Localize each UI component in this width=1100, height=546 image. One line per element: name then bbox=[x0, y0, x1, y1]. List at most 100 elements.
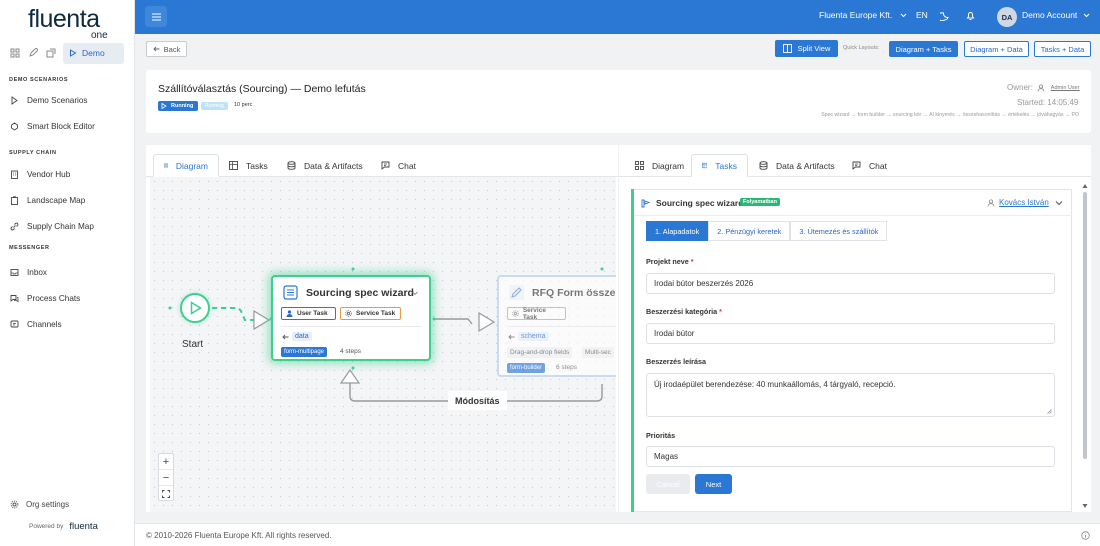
tab-chat[interactable]: Chat bbox=[371, 154, 426, 177]
task-status-badge: Folyamatban bbox=[740, 198, 780, 206]
task-list-icon bbox=[283, 285, 298, 300]
node-title: Sourcing spec wizard bbox=[306, 287, 414, 299]
page-title: Szállítóválasztás (Sourcing) — Demo lefu… bbox=[158, 83, 366, 95]
resize-handle-icon[interactable] bbox=[1047, 409, 1052, 414]
split-view-button[interactable]: Split View bbox=[775, 40, 838, 57]
node-title: RFQ Form összerakó bbox=[532, 287, 616, 299]
pencil-mode-icon[interactable] bbox=[24, 44, 42, 62]
task-assignee-link[interactable]: Kovács István bbox=[987, 198, 1049, 207]
sidebar: fluenta one Demo DEMO SCENARIOS Demo Sce… bbox=[0, 0, 135, 546]
sidebar-item-smart-block-editor[interactable]: Smart Block Editor bbox=[0, 113, 134, 139]
project-name-label: Projekt neve * bbox=[646, 257, 694, 266]
sidebar-item-label: Smart Block Editor bbox=[27, 121, 95, 131]
section-supply-chain: SUPPLY CHAIN bbox=[9, 150, 57, 156]
play-icon bbox=[11, 95, 18, 105]
diagram-canvas[interactable]: Start Sourcing spec wizard User Task Ser… bbox=[150, 177, 616, 512]
sidebar-item-label: Demo Scenarios bbox=[27, 95, 88, 105]
demo-mode-button[interactable]: Demo bbox=[63, 42, 124, 64]
step-tab-financial[interactable]: 2. Pénzügyi keretek bbox=[708, 221, 791, 241]
chat-icon bbox=[852, 161, 861, 170]
node-data-label: data bbox=[292, 332, 312, 341]
task-title: Sourcing spec wizard bbox=[656, 198, 744, 208]
category-label: Beszerzési kategória * bbox=[646, 307, 722, 316]
sidebar-item-label: Inbox bbox=[27, 267, 48, 277]
description-text: Új irodaépület berendezése: 40 munkaállo… bbox=[654, 380, 896, 389]
layout-diagram-tasks-button[interactable]: Diagram + Tasks bbox=[889, 41, 958, 57]
loop-edge-label: Módosítás bbox=[448, 391, 507, 410]
back-label: Back bbox=[163, 44, 181, 54]
sidebar-item-supply-chain-map[interactable]: Supply Chain Map bbox=[0, 213, 134, 239]
channel-icon bbox=[10, 320, 19, 327]
wizard-steps: 1. Alapadatok 2. Pénzügyi keretek 3. Üte… bbox=[646, 221, 888, 241]
sidebar-item-label: Landscape Map bbox=[27, 195, 86, 205]
footer: © 2010-2026 Fluenta Europe Kft. All righ… bbox=[135, 523, 1100, 546]
share-mode-icon[interactable] bbox=[42, 44, 60, 62]
cancel-button[interactable]: Cancel bbox=[646, 474, 690, 494]
account-menu[interactable]: Demo Account bbox=[1022, 10, 1090, 20]
zoom-out-button[interactable]: − bbox=[159, 470, 173, 486]
task-card-frame: Sourcing spec wizard Folyamatban Kovács … bbox=[634, 189, 1072, 512]
tab-data-artifacts[interactable]: Data & Artifacts bbox=[277, 154, 373, 177]
next-button[interactable]: Next bbox=[695, 474, 732, 494]
node-data-label: schema bbox=[518, 332, 549, 341]
theme-toggle-icon[interactable] bbox=[940, 10, 951, 21]
layout-tasks-data-button[interactable]: Tasks + Data bbox=[1034, 41, 1091, 57]
org-settings-label: Org settings bbox=[26, 499, 70, 509]
priority-label: Prioritás bbox=[646, 431, 676, 440]
fit-view-button[interactable] bbox=[159, 486, 173, 502]
owner-link[interactable]: Admin User bbox=[1051, 85, 1080, 91]
node-field: Drag-and-drop fields bbox=[507, 347, 573, 358]
tab-diagram[interactable]: Diagram bbox=[625, 154, 694, 177]
step-tab-basics[interactable]: 1. Alapadatok bbox=[646, 221, 709, 241]
info-icon[interactable] bbox=[1081, 531, 1090, 540]
chevron-down-icon[interactable] bbox=[1055, 200, 1063, 206]
description-textarea[interactable]: Új irodaépület berendezése: 40 munkaállo… bbox=[646, 373, 1055, 417]
org-settings-link[interactable]: Org settings bbox=[0, 496, 134, 512]
tab-diagram[interactable]: Diagram bbox=[153, 154, 219, 177]
grid-mode-icon[interactable] bbox=[6, 44, 24, 62]
logo-text: fluenta bbox=[28, 4, 100, 33]
powered-by-logo: fluenta bbox=[69, 521, 98, 532]
service-task-chip: Service Task bbox=[507, 306, 566, 321]
step-tab-schedule[interactable]: 3. Ütemezés és szállítók bbox=[790, 221, 888, 241]
project-name-input[interactable]: Irodai bútor beszerzés 2026 bbox=[646, 273, 1055, 294]
zoom-in-button[interactable]: + bbox=[159, 454, 173, 470]
sidebar-item-landscape-map[interactable]: Landscape Map bbox=[0, 187, 134, 213]
node-divider bbox=[281, 326, 421, 327]
menu-toggle-button[interactable] bbox=[145, 6, 167, 27]
category-input[interactable]: Irodai bútor bbox=[646, 323, 1055, 344]
arrow-left-icon bbox=[282, 334, 289, 340]
company-selector[interactable]: Fluenta Europe Kft. bbox=[819, 10, 907, 20]
tab-chat[interactable]: Chat bbox=[842, 154, 897, 177]
sidebar-item-vendor-hub[interactable]: Vendor Hub bbox=[0, 161, 134, 187]
sidebar-item-channels[interactable]: Channels bbox=[0, 311, 134, 337]
notification-bell-icon[interactable] bbox=[965, 10, 976, 21]
avatar[interactable]: DA bbox=[997, 7, 1017, 27]
tab-tasks[interactable]: Tasks bbox=[691, 154, 748, 177]
sidebar-item-process-chats[interactable]: Process Chats bbox=[0, 285, 134, 311]
chip-label: Service Task bbox=[522, 306, 546, 321]
sidebar-item-label: Vendor Hub bbox=[27, 169, 71, 179]
sidebar-item-demo-scenarios[interactable]: Demo Scenarios bbox=[0, 87, 134, 113]
sidebar-item-inbox[interactable]: Inbox bbox=[0, 259, 134, 285]
building-icon bbox=[11, 170, 18, 179]
tab-label: Diagram bbox=[175, 160, 208, 171]
tasks-panel: Diagram Tasks Data & Artifacts Chat Sour… bbox=[619, 145, 1091, 512]
demo-mode-label: Demo bbox=[82, 48, 105, 58]
brand-logo[interactable]: fluenta one bbox=[0, 0, 134, 41]
back-button[interactable]: Back bbox=[146, 41, 187, 57]
copyright-text: © 2010-2026 Fluenta Europe Kft. All righ… bbox=[146, 531, 332, 540]
chevron-down-icon bbox=[900, 13, 907, 17]
node-field: Multi-sec bbox=[582, 347, 615, 358]
layout-diagram-data-button[interactable]: Diagram + Data bbox=[964, 41, 1029, 57]
node-rfq-form[interactable]: RFQ Form összerakó Service Task schema D… bbox=[497, 275, 616, 377]
required-marker: * bbox=[719, 307, 722, 316]
node-sourcing-spec-wizard[interactable]: Sourcing spec wizard User Task Service T… bbox=[271, 275, 431, 361]
priority-select[interactable]: Magas bbox=[646, 446, 1055, 467]
zoom-controls: + − bbox=[158, 453, 174, 501]
tab-tasks[interactable]: Tasks bbox=[219, 154, 278, 177]
scrollbar[interactable] bbox=[1081, 182, 1089, 512]
chevron-down-icon[interactable] bbox=[411, 289, 419, 297]
tab-data-artifacts[interactable]: Data & Artifacts bbox=[749, 154, 845, 177]
language-selector[interactable]: EN bbox=[916, 10, 928, 20]
